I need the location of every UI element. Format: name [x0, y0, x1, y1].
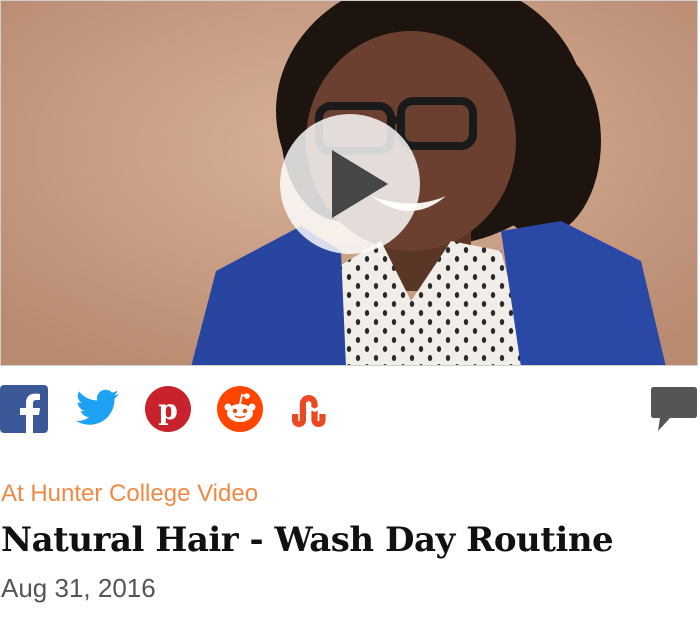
play-button[interactable]: [280, 114, 420, 254]
article-title[interactable]: Natural Hair - Wash Day Routine: [1, 520, 614, 560]
svg-text:p: p: [158, 393, 178, 426]
reddit-icon: [217, 386, 263, 432]
article-date: Aug 31, 2016: [1, 573, 156, 603]
article-category[interactable]: At Hunter College Video: [1, 480, 258, 508]
comment-icon: [651, 387, 697, 431]
pinterest-icon: p: [145, 386, 191, 432]
video-player[interactable]: [0, 0, 698, 366]
facebook-icon: [0, 385, 48, 433]
stumbleupon-share-button[interactable]: [288, 384, 338, 434]
reddit-share-button[interactable]: [216, 384, 266, 434]
share-bar: p: [0, 384, 700, 436]
twitter-share-button[interactable]: [72, 384, 122, 434]
comment-button[interactable]: [650, 385, 698, 433]
twitter-icon: [76, 389, 119, 425]
facebook-share-button[interactable]: [0, 384, 50, 434]
play-icon: [332, 150, 388, 218]
stumbleupon-icon: [292, 395, 326, 427]
pinterest-share-button[interactable]: p: [144, 384, 194, 434]
